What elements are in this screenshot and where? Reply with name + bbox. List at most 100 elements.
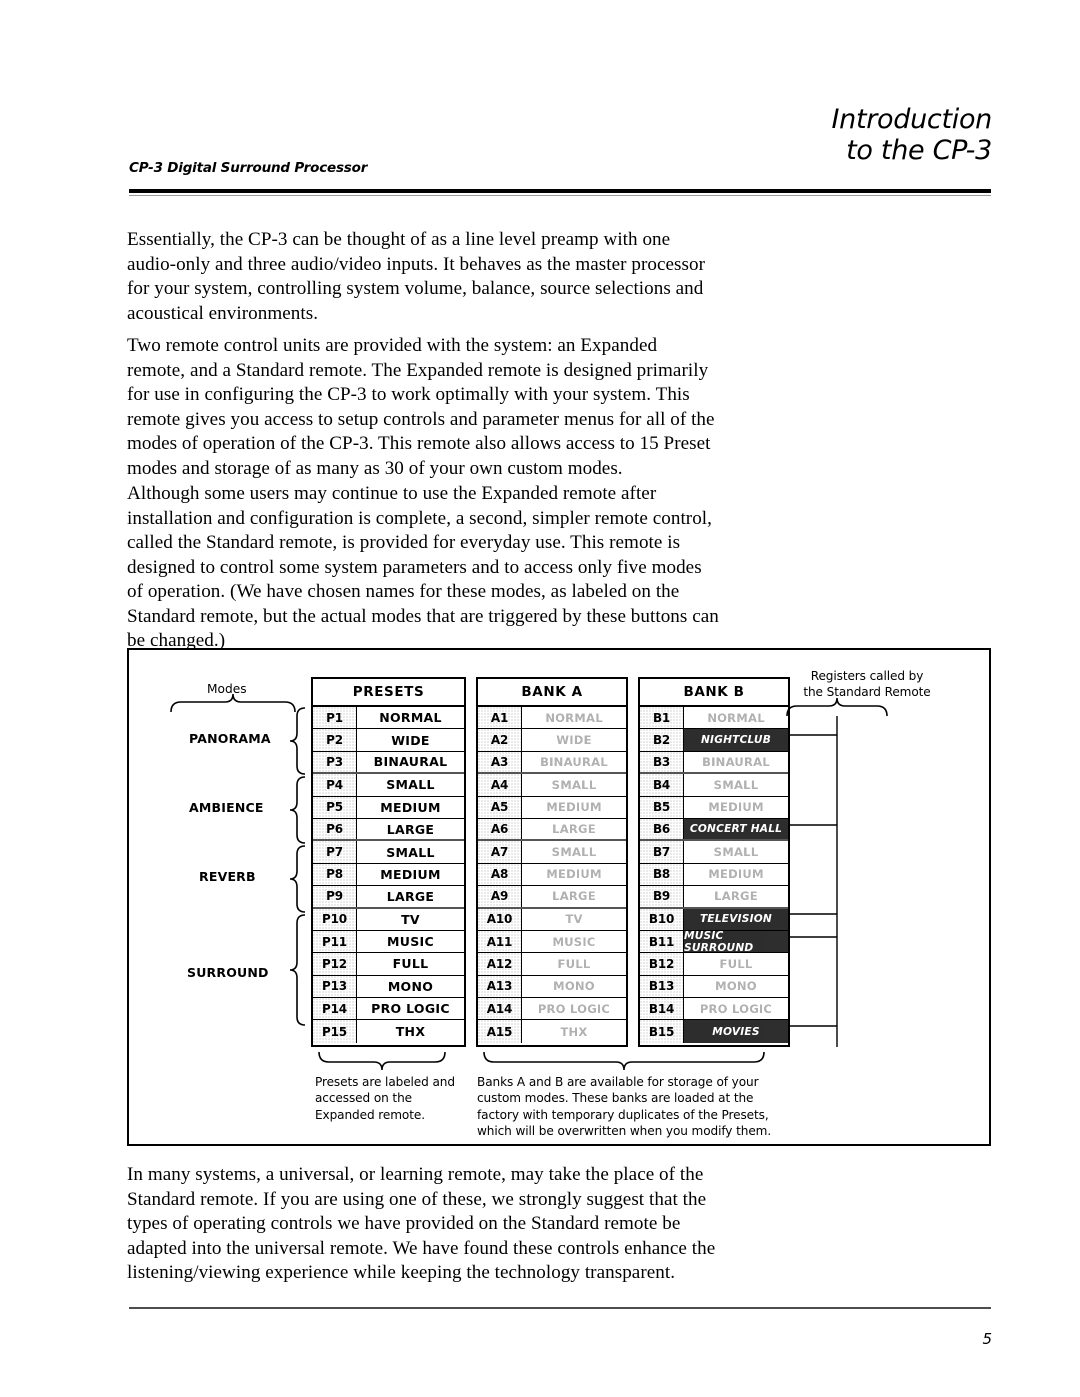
- page-number: 5: [982, 1330, 992, 1348]
- register-name: MEDIUM: [684, 796, 788, 818]
- register-id: B4: [640, 774, 684, 796]
- register-id: A9: [478, 886, 522, 907]
- register-name: MEDIUM: [357, 863, 464, 886]
- table-row: A13 MONO: [478, 975, 626, 999]
- register-name: PRO LOGIC: [357, 998, 464, 1020]
- bank-b-column: BANK B B1 NORMAL B2 NIGHTCLUB B3 BINAURAL B4 SM…: [638, 677, 790, 1047]
- register-name: MONO: [357, 975, 464, 998]
- register-id: B14: [640, 998, 684, 1020]
- figure-inner: Modes PANORAMA AMBIENCE REVERB SURROUND …: [129, 650, 989, 1144]
- register-name: SMALL: [357, 774, 464, 796]
- register-id: P11: [313, 930, 357, 953]
- register-id: B3: [640, 751, 684, 773]
- page-title-line1: Introduction: [831, 104, 993, 135]
- register-id: P4: [313, 774, 357, 796]
- register-name: LARGE: [357, 886, 464, 907]
- register-id: P6: [313, 818, 357, 840]
- table-row: A8 MEDIUM: [478, 863, 626, 887]
- register-name: NIGHTCLUB: [684, 729, 788, 751]
- register-id: A3: [478, 751, 522, 773]
- mode-group-label-reverb: REVERB: [199, 869, 256, 884]
- register-name: MEDIUM: [357, 796, 464, 818]
- register-id: A4: [478, 774, 522, 796]
- body-paragraph-4: In many systems, a universal, or learnin…: [127, 1164, 716, 1284]
- bank-a-rows: A1 NORMAL A2 WIDE A3 BINAURAL A4 SMALL A5 MEDIUM A…: [478, 707, 626, 1043]
- register-name: SMALL: [522, 774, 626, 796]
- register-name: LARGE: [684, 886, 788, 907]
- register-name: MUSIC SURROUND: [684, 930, 788, 954]
- presets-column-header: PRESETS: [313, 679, 464, 707]
- bank-a-column-header: BANK A: [478, 679, 626, 707]
- register-id: B15: [640, 1020, 684, 1043]
- register-id: P12: [313, 953, 357, 975]
- register-name: NORMAL: [357, 707, 464, 729]
- bank-b-rows: B1 NORMAL B2 NIGHTCLUB B3 BINAURAL B4 SMALL B5 ME…: [640, 707, 788, 1043]
- table-row: B2 NIGHTCLUB: [640, 729, 788, 752]
- table-row: B11 MUSIC SURROUND: [640, 930, 788, 954]
- registers-note-line1: Registers called by: [810, 669, 924, 683]
- register-id: P1: [313, 707, 357, 729]
- ambience-brace-icon: [289, 776, 306, 844]
- body-paragraph-2: Two remote control units are provided wi…: [127, 335, 715, 479]
- register-id: A15: [478, 1020, 522, 1043]
- register-id: B7: [640, 841, 684, 863]
- register-id: B1: [640, 707, 684, 729]
- register-id: B13: [640, 975, 684, 998]
- table-row: A14 PRO LOGIC: [478, 998, 626, 1021]
- presets-banks-figure: Modes PANORAMA AMBIENCE REVERB SURROUND …: [127, 648, 991, 1146]
- table-row: P6 LARGE: [313, 818, 464, 842]
- register-name: FULL: [357, 953, 464, 975]
- table-row: B5 MEDIUM: [640, 796, 788, 819]
- register-name: LARGE: [522, 886, 626, 907]
- register-id: P10: [313, 908, 357, 930]
- presets-caption: Presets are labeled and accessed on the …: [315, 1075, 455, 1122]
- register-name: MEDIUM: [522, 796, 626, 818]
- register-name: MUSIC: [522, 930, 626, 953]
- register-id: A13: [478, 975, 522, 998]
- register-id: A8: [478, 863, 522, 886]
- running-head-subtitle: CP-3 Digital Surround Processor: [129, 160, 368, 176]
- header-rule-thick: [129, 189, 991, 193]
- table-row: P9 LARGE: [313, 886, 464, 909]
- register-name: BINAURAL: [684, 751, 788, 773]
- register-id: B2: [640, 729, 684, 751]
- register-id: A6: [478, 818, 522, 840]
- register-id: P8: [313, 863, 357, 886]
- register-id: B8: [640, 863, 684, 886]
- table-row: B1 NORMAL: [640, 707, 788, 730]
- register-name: LARGE: [522, 818, 626, 840]
- presets-rows: P1 NORMAL P2 WIDE P3 BINAURAL P4 SMALL P5 MEDIUM P…: [313, 707, 464, 1043]
- table-row: P5 MEDIUM: [313, 796, 464, 819]
- banks-caption: Banks A and B are available for storage …: [477, 1075, 772, 1139]
- table-row: A7 SMALL: [478, 841, 626, 864]
- table-row: P12 FULL: [313, 953, 464, 976]
- register-id: A12: [478, 953, 522, 975]
- register-name: MUSIC: [357, 930, 464, 953]
- table-row: B14 PRO LOGIC: [640, 998, 788, 1021]
- table-row: P4 SMALL: [313, 774, 464, 797]
- register-id: B6: [640, 818, 684, 840]
- banks-caption-brace-icon: [483, 1051, 765, 1071]
- register-name: WIDE: [357, 729, 464, 751]
- table-row: A12 FULL: [478, 953, 626, 976]
- table-row: P1 NORMAL: [313, 707, 464, 730]
- table-row: P13 MONO: [313, 975, 464, 999]
- register-name: MEDIUM: [522, 863, 626, 886]
- register-id: A10: [478, 908, 522, 930]
- table-row: A3 BINAURAL: [478, 751, 626, 775]
- register-id: A5: [478, 796, 522, 818]
- register-id: B12: [640, 953, 684, 975]
- table-row: A1 NORMAL: [478, 707, 626, 730]
- register-name: BINAURAL: [357, 751, 464, 773]
- table-row: B13 MONO: [640, 975, 788, 999]
- register-name: NORMAL: [522, 707, 626, 729]
- mode-group-label-panorama: PANORAMA: [189, 731, 271, 746]
- register-id: P13: [313, 975, 357, 998]
- bank-b-column-header: BANK B: [640, 679, 788, 707]
- page-title: Introduction to the CP-3: [472, 104, 993, 166]
- register-id: B10: [640, 908, 684, 930]
- body-paragraph-1: Essentially, the CP-3 can be thought of …: [127, 229, 705, 324]
- register-id: B9: [640, 886, 684, 907]
- presets-caption-brace-icon: [318, 1051, 446, 1071]
- page-title-line2: to the CP-3: [846, 135, 992, 166]
